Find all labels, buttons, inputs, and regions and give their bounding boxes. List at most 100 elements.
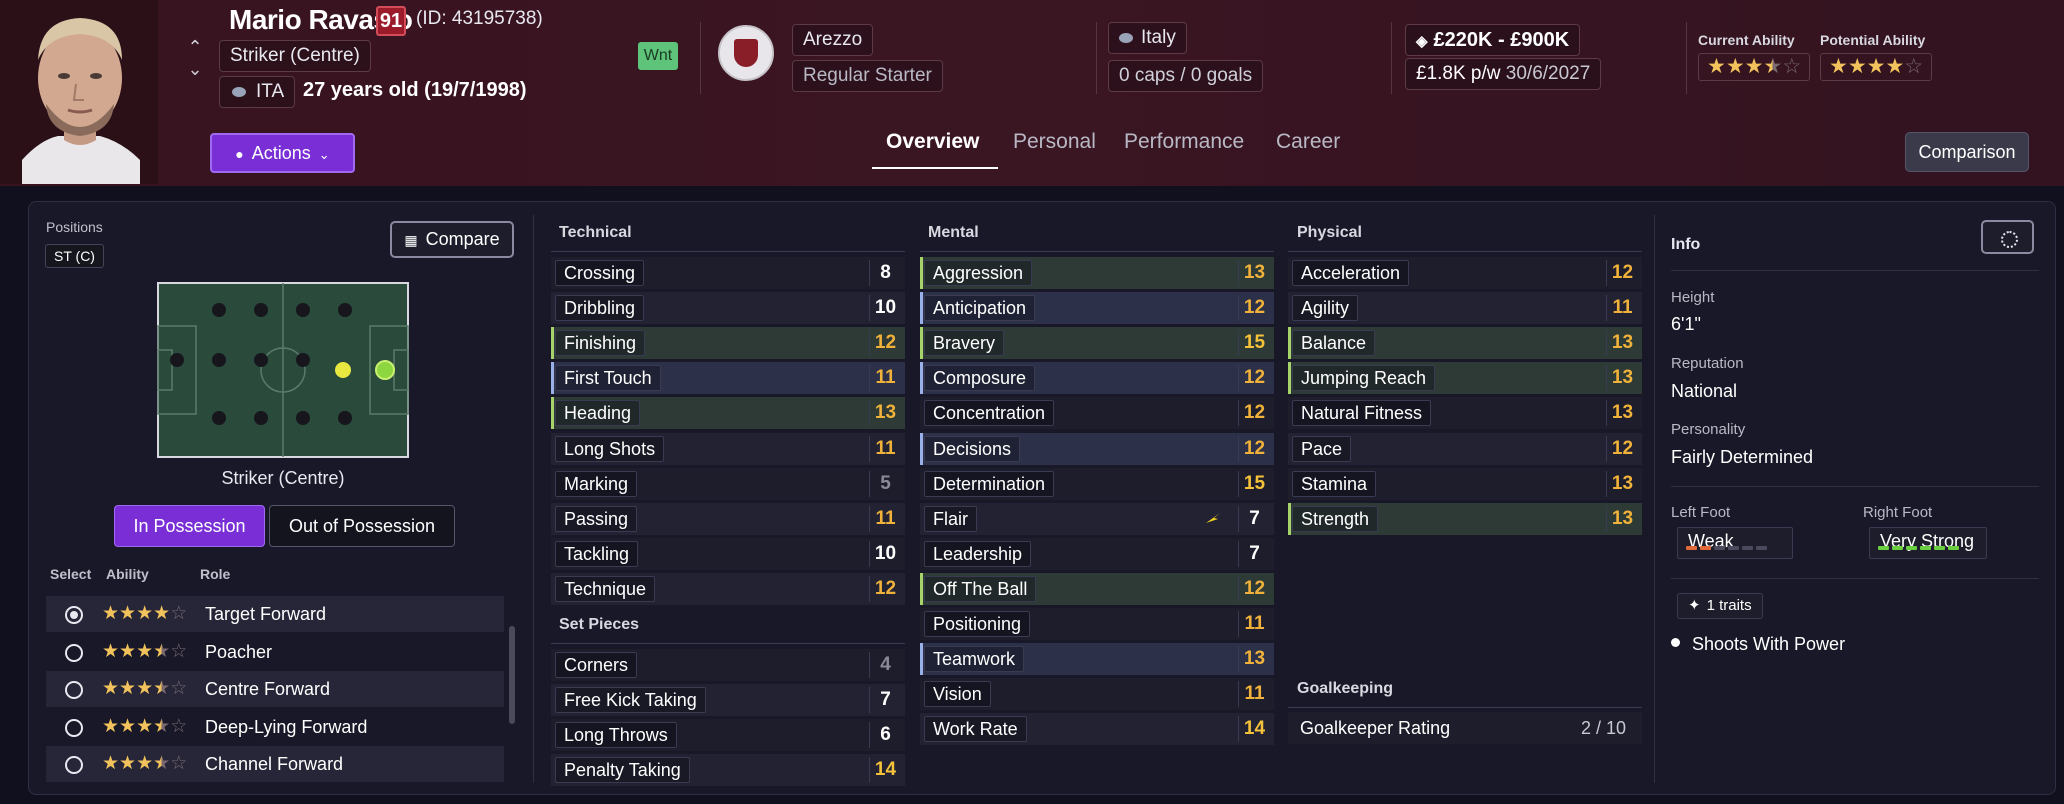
nationality-pill[interactable]: ITA [219, 76, 296, 108]
comparison-button[interactable]: Comparison [1905, 132, 2029, 172]
attribute-row[interactable]: Flair 7 [920, 502, 1274, 535]
star-full-icon: ★ [102, 753, 120, 774]
attribute-row[interactable]: Composure 12 [920, 362, 1274, 395]
attribute-row[interactable]: Leadership 7 [920, 537, 1274, 570]
attribute-row[interactable]: Pace 12 [1288, 432, 1642, 465]
star-full-icon: ★ [136, 603, 154, 624]
tab-overview[interactable]: Overview [886, 130, 979, 154]
role-row[interactable]: ★★★★☆ Deep-Lying Forward [46, 709, 504, 745]
role-row[interactable]: ★★★★☆ Centre Forward [46, 671, 504, 707]
attribute-row[interactable]: Dribbling 10 [551, 292, 905, 325]
goalkeeper-rating-row: Goalkeeper Rating 2 / 10 [1288, 712, 1642, 744]
tab-personal[interactable]: Personal [1013, 130, 1096, 154]
attribute-value: 12 [1606, 435, 1638, 462]
attribute-row[interactable]: Heading 13 [551, 397, 905, 430]
attribute-value: 12 [869, 330, 901, 357]
attribute-row[interactable]: Teamwork 13 [920, 643, 1274, 676]
tab-performance[interactable]: Performance [1124, 130, 1244, 154]
international-nation[interactable]: Italy [1108, 22, 1187, 54]
chevron-up-icon[interactable]: ⌃ [184, 36, 206, 58]
attribute-row[interactable]: Concentration 12 [920, 397, 1274, 430]
attribute-row[interactable]: Tackling 10 [551, 537, 905, 570]
wage-contract: £1.8K p/w 30/6/2027 [1405, 58, 1602, 90]
attribute-row[interactable]: Technique 12 [551, 572, 905, 605]
role-ability-stars: ★★★★☆ [102, 602, 187, 625]
actions-button[interactable]: ● Actions ⌄ [210, 133, 355, 173]
attribute-row[interactable]: Positioning 11 [920, 608, 1274, 640]
rating-badge: 91 [376, 6, 406, 36]
pitch-position-dot [212, 411, 226, 425]
attribute-row[interactable]: Corners 4 [551, 649, 905, 681]
role-list-scrollbar[interactable] [509, 626, 515, 724]
club-name[interactable]: Arezzo [792, 24, 874, 56]
attribute-row[interactable]: Determination 15 [920, 467, 1274, 500]
transfer-value-text: £220K - £900K [1433, 29, 1570, 51]
attribute-row[interactable]: Passing 11 [551, 502, 905, 535]
attribute-row[interactable]: Vision 11 [920, 678, 1274, 711]
select-column-header: Select [50, 566, 92, 582]
attribute-row[interactable]: Acceleration 12 [1288, 257, 1642, 289]
attribute-row[interactable]: Decisions 12 [920, 432, 1274, 465]
foot-strength-bar [1906, 546, 1917, 550]
pitch-main-position-dot [375, 360, 395, 380]
attribute-row[interactable]: Balance 13 [1288, 327, 1642, 360]
position-code-pill: ST (C) [45, 244, 104, 268]
attribute-name: Natural Fitness [1292, 400, 1432, 427]
attribute-name: Concentration [924, 400, 1055, 427]
attribute-row[interactable]: Long Throws 6 [551, 719, 905, 752]
tab-career[interactable]: Career [1276, 130, 1340, 154]
pitch-secondary-position-dot [335, 362, 351, 378]
attribute-name: Long Shots [555, 435, 665, 462]
attribute-value: 11 [1238, 611, 1270, 637]
in-possession-toggle[interactable]: In Possession [114, 505, 265, 547]
role-radio[interactable] [65, 643, 83, 662]
role-row[interactable]: ★★★★☆ Target Forward [46, 596, 504, 632]
attribute-row[interactable]: Stamina 13 [1288, 467, 1642, 500]
pitch-position-dot [212, 303, 226, 317]
role-row[interactable]: ★★★★☆ Poacher [46, 634, 504, 670]
attribute-row[interactable]: Work Rate 14 [920, 713, 1274, 746]
traits-pill[interactable]: ✦ 1 traits [1677, 593, 1763, 619]
role-radio[interactable] [65, 606, 83, 624]
role-radio[interactable] [65, 681, 83, 699]
attribute-row[interactable]: Agility 11 [1288, 292, 1642, 325]
attribute-name: Crossing [555, 260, 645, 286]
divider [1686, 22, 1687, 94]
attribute-row[interactable]: Bravery 15 [920, 327, 1274, 360]
attribute-row[interactable]: Anticipation 12 [920, 292, 1274, 325]
role-radio[interactable] [65, 718, 83, 737]
attribute-value: 7 [1238, 540, 1270, 567]
attribute-row[interactable]: Free Kick Taking 7 [551, 684, 905, 717]
attribute-row[interactable]: Strength 13 [1288, 502, 1642, 535]
attribute-row[interactable]: Natural Fitness 13 [1288, 397, 1642, 430]
foot-strength-bar [1948, 546, 1959, 550]
person-icon: ● [235, 146, 244, 162]
role-row[interactable]: ★★★★☆ Channel Forward [46, 746, 504, 782]
out-of-possession-toggle[interactable]: Out of Possession [269, 505, 455, 547]
attribute-name: Strength [1292, 505, 1379, 532]
goalkeeping-header: Goalkeeping [1297, 680, 1394, 697]
attribute-row[interactable]: First Touch 11 [551, 362, 905, 395]
current-ability-label: Current Ability [1698, 32, 1795, 48]
club-crest-icon[interactable] [718, 25, 774, 81]
info-title: Info [1671, 236, 1701, 253]
potential-ability-stars: ★★★★☆ [1820, 53, 1933, 81]
trait-name: Shoots With Power [1692, 634, 1846, 654]
role-radio[interactable] [65, 756, 83, 774]
attribute-row[interactable]: Aggression 13 [920, 257, 1274, 289]
attribute-row[interactable]: Jumping Reach 13 [1288, 362, 1642, 395]
attribute-row[interactable]: Off The Ball 12 [920, 572, 1274, 605]
info-settings-button[interactable] [1981, 220, 2034, 254]
star-full-icon: ★ [136, 715, 154, 737]
star-half-icon: ★ [153, 715, 171, 737]
chevron-down-icon[interactable]: ⌄ [184, 58, 206, 80]
attribute-row[interactable]: Penalty Taking 14 [551, 754, 905, 787]
attribute-row[interactable]: Finishing 12 [551, 327, 905, 360]
star-half-icon: ★ [153, 753, 171, 774]
attribute-row[interactable]: Long Shots 11 [551, 432, 905, 465]
attribute-name: Positioning [924, 611, 1031, 637]
attribute-row[interactable]: Crossing 8 [551, 257, 905, 289]
attribute-row[interactable]: Marking 5 [551, 467, 905, 500]
compare-button[interactable]: ▦ Compare [390, 221, 514, 258]
attribute-value: 8 [869, 260, 901, 286]
